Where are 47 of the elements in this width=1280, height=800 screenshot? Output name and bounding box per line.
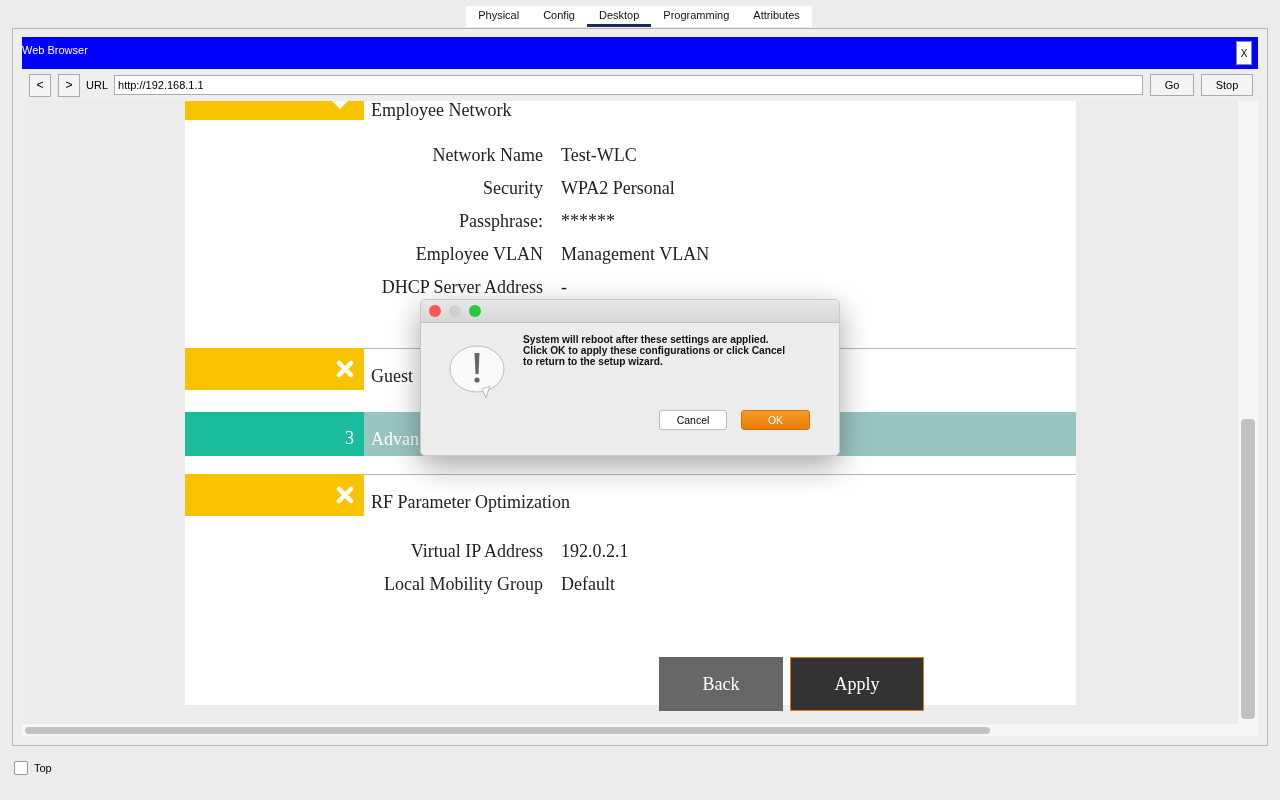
cross-icon [336,360,354,378]
field-label: Virtual IP Address [409,541,543,561]
exclamation-bubble-icon [448,345,506,399]
field-value: WPA2 Personal [561,178,676,198]
window-controls-icon[interactable] [429,305,483,317]
apply-button[interactable]: Apply [790,657,924,711]
field-value: ****** [561,211,616,231]
field-value: Management VLAN [561,244,711,264]
checkbox-label: Top [34,762,52,774]
section-title: Employee Network [371,101,512,119]
section-header[interactable]: RF Parameter Optimization [364,474,1076,516]
tab[interactable]: Desktop [586,6,652,27]
url-label: URL [86,79,108,91]
field-label: Passphrase: [458,211,543,231]
horizontal-scrollbar[interactable] [22,724,1258,736]
section-title: RF Parameter Optimization [371,492,570,513]
field-value: - [561,277,568,297]
field-value: Default [561,574,616,594]
field-value: Test-WLC [561,145,638,165]
section-title: Guest [371,366,413,387]
section-title: Advan [371,429,419,450]
url-field[interactable]: http://192.168.1.1 [114,75,1143,95]
caret-icon [332,101,348,109]
field-label: Employee VLAN [414,244,543,264]
cancel-button[interactable]: Cancel [659,410,727,430]
field-label: DHCP Server Address [380,277,543,297]
field-value: 192.0.2.1 [561,541,630,561]
go-button[interactable]: Go [1150,74,1194,96]
stop-button[interactable]: Stop [1201,74,1253,96]
window-title: Web Browser [22,44,88,56]
tab[interactable]: Physical [466,6,532,27]
field-label: Security [482,178,543,198]
dialog-message: System will reboot after these settings are applied. Click OK to apply these configurations or click Cancel to return to the setup wizard. [523,334,787,367]
checkbox[interactable] [14,761,28,775]
field-label: Local Mobility Group [383,574,543,594]
cross-icon [336,486,354,504]
forward-button[interactable]: > [58,73,80,97]
vertical-scrollbar[interactable] [1238,101,1258,724]
tab[interactable]: Attributes [741,6,812,27]
tab[interactable]: Programming [651,6,742,27]
step-number: 3 [345,428,354,449]
back-button[interactable]: < [29,73,51,97]
tab[interactable]: Config [531,6,587,27]
field-label: Network Name [431,145,543,165]
back-button[interactable]: Back [659,657,783,711]
close-button[interactable]: X [1236,41,1252,65]
section-header[interactable]: Employee Network [364,101,1076,120]
